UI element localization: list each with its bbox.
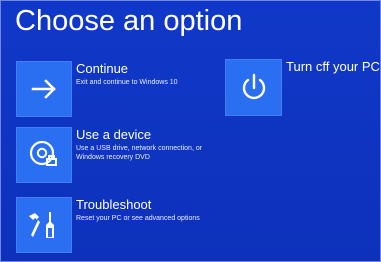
arrow-right-icon <box>31 79 56 99</box>
tools-icon <box>29 212 54 238</box>
continue-tile[interactable] <box>16 61 72 117</box>
turn-off-option[interactable]: Turn cff your PC <box>225 59 381 116</box>
power-icon <box>242 73 265 99</box>
continue-label[interactable]: Continue <box>76 61 226 77</box>
continue-option[interactable]: Continue Exit and continue to Windows 10 <box>16 61 226 117</box>
turn-off-text: Turn cff your PC <box>286 59 381 75</box>
troubleshoot-description: Reset your PC or see advanced options <box>76 215 200 222</box>
turn-off-tile[interactable] <box>225 59 282 116</box>
troubleshoot-label[interactable]: Troubleshoot <box>76 197 226 213</box>
page-title: Choose an option <box>15 5 243 37</box>
troubleshoot-text: Troubleshoot Reset your PC or see advanc… <box>76 197 226 223</box>
use-device-label[interactable]: Use a device <box>76 127 226 143</box>
use-device-description: Use a USB drive, network connection, or … <box>76 145 203 161</box>
turn-off-label[interactable]: Turn cff your PC <box>286 59 381 75</box>
device-disc-icon <box>29 140 57 166</box>
use-device-text: Use a device Use a USB drive, network co… <box>76 127 226 162</box>
use-device-tile[interactable] <box>16 127 72 183</box>
continue-description: Exit and continue to Windows 10 <box>76 79 178 86</box>
recovery-screen: Choose an option Continue Exit and conti… <box>0 0 381 262</box>
troubleshoot-tile[interactable] <box>16 197 72 253</box>
continue-text: Continue Exit and continue to Windows 10 <box>76 61 226 87</box>
troubleshoot-option[interactable]: Troubleshoot Reset your PC or see advanc… <box>16 197 226 253</box>
use-device-option[interactable]: Use a device Use a USB drive, network co… <box>16 127 226 183</box>
